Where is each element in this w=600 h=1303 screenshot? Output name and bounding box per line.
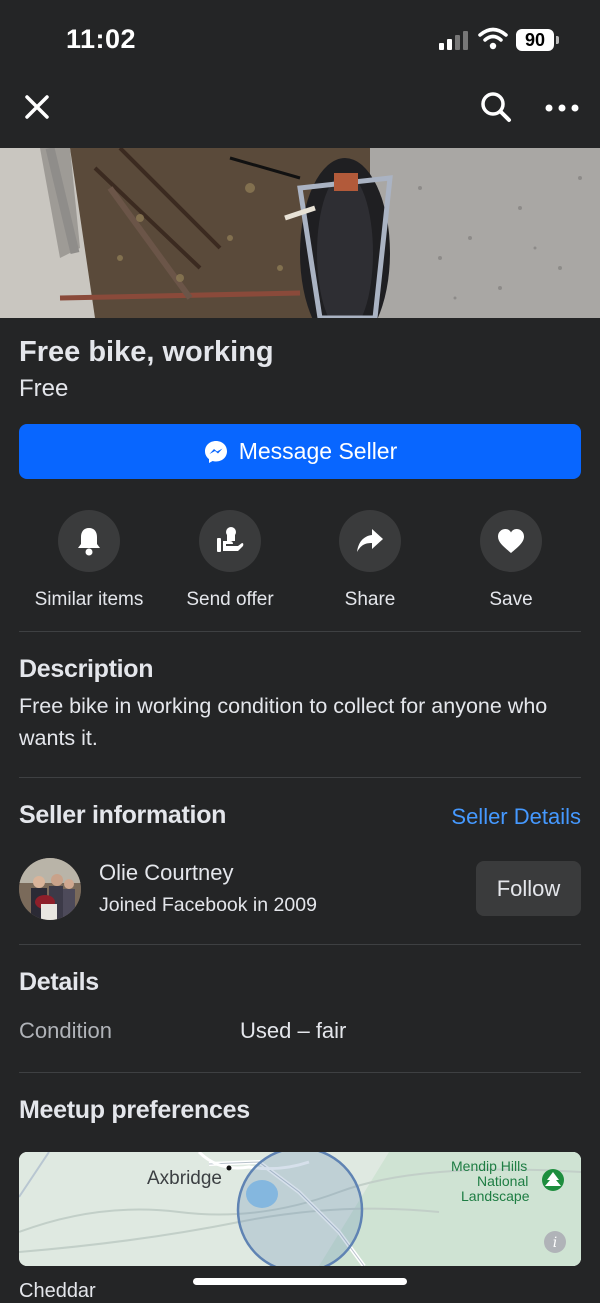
follow-button[interactable]: Follow [476,861,581,916]
share-icon [357,529,383,552]
divider [19,777,581,778]
description-text: Free bike in working condition to collec… [19,694,548,750]
seller-joined: Joined Facebook in 2009 [99,894,317,916]
map-label-park-line1: Mendip Hills [451,1158,528,1174]
save-label: Save [489,589,533,610]
map-location-text: Cheddar [19,1280,96,1302]
listing-price: Free [19,375,69,402]
similar-items-circle [58,510,120,572]
listing-title: Free bike, working [19,336,274,368]
offer-icon [217,527,244,552]
wifi-icon [478,27,508,50]
status-bar: 11:02 90 [0,0,600,80]
share-button[interactable]: Share [300,510,440,611]
top-bar [0,80,600,148]
svg-text:i: i [553,1235,557,1251]
seller-name[interactable]: Olie Courtney [99,860,234,886]
seller-info-heading: Seller information [19,801,227,829]
seller-details-link[interactable]: Seller Details [451,804,581,830]
close-icon[interactable] [20,90,54,124]
meetup-map[interactable]: i Axbridge Mendip Hills National Landsca… [19,1152,581,1266]
messenger-icon [204,440,227,463]
home-indicator[interactable] [193,1278,407,1285]
share-circle [339,510,401,572]
divider [19,631,581,632]
map-label-axbridge: Axbridge [147,1168,222,1189]
send-offer-button[interactable]: Send offer [160,510,300,611]
condition-label: Condition [19,1018,112,1043]
divider [19,1072,581,1073]
meetup-heading: Meetup preferences [19,1096,250,1124]
signal-icon [439,31,468,50]
battery-indicator: 90 [516,29,559,51]
share-label: Share [344,589,396,610]
send-offer-label: Send offer [186,589,274,610]
listing-photo[interactable] [0,148,600,318]
save-button[interactable]: Save [441,510,581,611]
description-heading: Description [19,655,154,683]
divider [19,944,581,945]
map-label-park-line3: Landscape [461,1188,530,1204]
message-seller-button[interactable]: Message Seller [19,424,581,479]
bike-photo-image [0,148,600,318]
more-icon[interactable] [544,94,580,122]
heart-icon [498,529,524,553]
status-time: 11:02 [66,24,137,54]
message-seller-label: Message Seller [238,438,398,464]
bell-icon [78,528,100,556]
send-offer-circle [199,510,261,572]
search-icon[interactable] [478,89,514,125]
condition-value: Used – fair [240,1018,347,1043]
similar-items-button[interactable]: Similar items [19,510,159,611]
map-label-park-line2: National [477,1173,529,1189]
save-circle [480,510,542,572]
details-heading: Details [19,968,99,996]
similar-items-label: Similar items [34,589,144,610]
avatar-image [19,858,81,920]
seller-avatar[interactable] [19,858,81,920]
